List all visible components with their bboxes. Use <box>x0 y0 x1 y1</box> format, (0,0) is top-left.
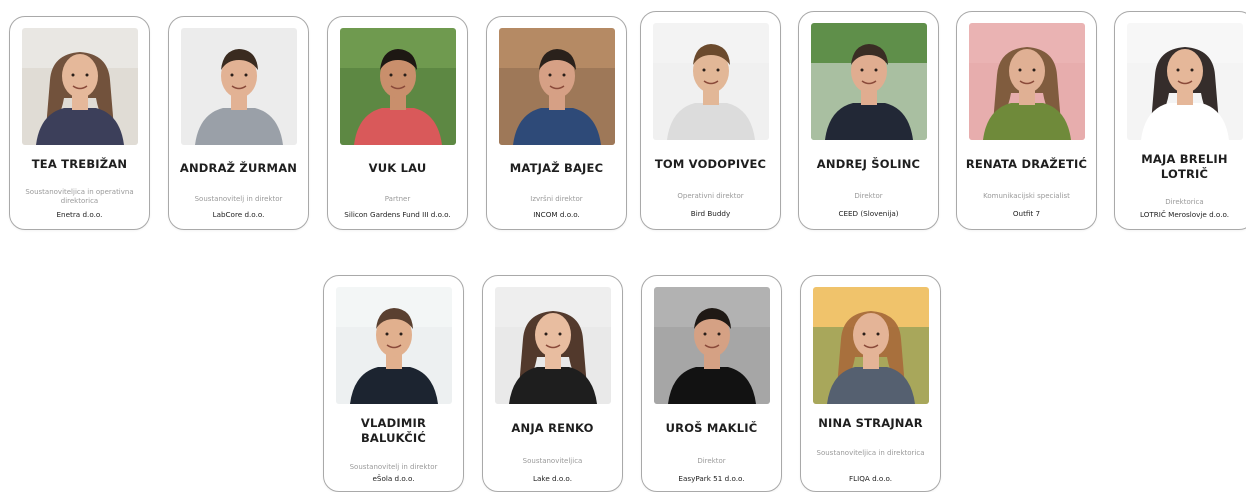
person-card[interactable]: NINA STRAJNAR Soustanoviteljica in direkt… <box>800 275 941 492</box>
person-name: MATJAŽ BAJEC <box>509 161 604 175</box>
person-photo <box>495 287 611 404</box>
person-company: LOTRIČ Meroslovje d.o.o. <box>1139 210 1230 219</box>
person-card[interactable]: TOM VODOPIVEC Operativni direktor Bird Bud… <box>640 11 781 230</box>
person-role: Operativni direktor <box>677 192 744 200</box>
person-company: eŠola d.o.o. <box>372 474 415 483</box>
person-company: FLIQA d.o.o. <box>848 474 893 483</box>
person-role: Soustanoviteljica in direktorica <box>816 449 925 457</box>
person-company: CEED (Slovenija) <box>838 209 899 218</box>
person-photo <box>499 28 615 145</box>
person-photo <box>181 28 297 145</box>
person-photo <box>813 287 929 404</box>
person-card[interactable]: TEA TREBIŽAN Soustanoviteljica in operati… <box>9 16 150 230</box>
person-card[interactable]: RENATA DRAŽETIĆ Komunikacijski specialist… <box>956 11 1097 230</box>
person-role: Soustanovitelj in direktor <box>349 463 438 471</box>
person-name: VLADIMIR BALUKČIĆ <box>360 416 427 445</box>
person-company: Enetra d.o.o. <box>56 210 103 219</box>
person-role: Soustanoviteljica <box>522 457 583 465</box>
person-card[interactable]: ANJA RENKO Soustanoviteljica Lake d.o.o. <box>482 275 623 492</box>
person-name: TEA TREBIŽAN <box>31 157 128 171</box>
person-name: TOM VODOPIVEC <box>654 157 767 171</box>
person-role: Direktor <box>697 457 726 465</box>
person-role: Direktor <box>854 192 883 200</box>
person-name: ANDRAŽ ŽURMAN <box>179 161 298 175</box>
person-photo <box>811 23 927 140</box>
person-name: ANJA RENKO <box>511 421 594 435</box>
person-name: NINA STRAJNAR <box>818 416 923 430</box>
person-company: INCOM d.o.o. <box>533 210 580 219</box>
person-card[interactable]: MATJAŽ BAJEC Izvršni direktor INCOM d.o.o. <box>486 16 627 230</box>
person-card[interactable]: ANDREJ ŠOLINC Direktor CEED (Slovenija) <box>798 11 939 230</box>
person-card[interactable]: VLADIMIR BALUKČIĆ Soustanovitelj in direk… <box>323 275 464 492</box>
person-photo <box>340 28 456 145</box>
person-role: Komunikacijski specialist <box>983 192 1070 200</box>
person-role: Direktorica <box>1165 198 1204 206</box>
person-company: Bird Buddy <box>690 209 731 218</box>
person-name: RENATA DRAŽETIĆ <box>965 157 1088 171</box>
person-photo <box>653 23 769 140</box>
person-company: LabCore d.o.o. <box>212 210 265 219</box>
person-photo <box>336 287 452 404</box>
person-card[interactable]: VUK LAU Partner Silicon Gardens Fund III d… <box>327 16 468 230</box>
person-company: Outfit 7 <box>1012 209 1041 218</box>
person-company: EasyPark 51 d.o.o. <box>678 474 745 483</box>
person-name: VUK LAU <box>368 161 427 175</box>
person-card[interactable]: ANDRAŽ ŽURMAN Soustanovitelj in direktor L… <box>168 16 309 230</box>
person-company: Silicon Gardens Fund III d.o.o. <box>344 210 451 219</box>
person-role: Soustanoviteljica in operativna direktor… <box>25 188 134 205</box>
person-name: UROŠ MAKLIČ <box>665 421 758 435</box>
person-name: ANDREJ ŠOLINC <box>816 157 921 171</box>
person-photo <box>22 28 138 145</box>
person-role: Soustanovitelj in direktor <box>194 195 283 203</box>
person-name: MAJA BRELIH LOTRIČ <box>1141 152 1228 181</box>
person-card[interactable]: UROŠ MAKLIČ Direktor EasyPark 51 d.o.o. <box>641 275 782 492</box>
person-card[interactable]: MAJA BRELIH LOTRIČ Direktorica LOTRIČ Mero… <box>1114 11 1246 230</box>
person-photo <box>654 287 770 404</box>
person-photo <box>969 23 1085 140</box>
person-company: Lake d.o.o. <box>533 474 572 483</box>
person-photo <box>1127 23 1243 140</box>
person-role: Partner <box>384 195 411 203</box>
person-role: Izvršni direktor <box>530 195 583 203</box>
